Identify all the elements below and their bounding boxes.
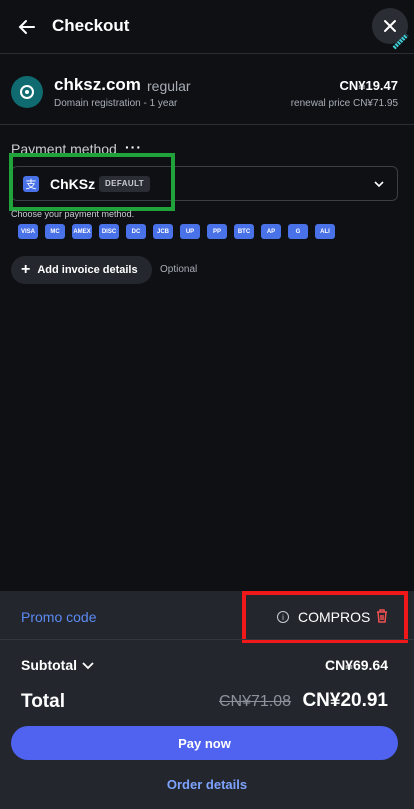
- arrow-left-icon: [18, 20, 35, 34]
- unionpay-icon: UP: [180, 224, 200, 239]
- payment-icons: VISA MC AMEX DISC DC JCB UP PP BTC AP G …: [18, 224, 335, 239]
- domain-logo-icon: [11, 76, 43, 108]
- visa-icon: VISA: [18, 224, 38, 239]
- highlight-box-green: [9, 153, 175, 211]
- total-price: CN¥20.91: [302, 690, 388, 711]
- domain-renewal-price: renewal price CN¥71.95: [290, 98, 398, 109]
- alipay-small-icon: ALI: [315, 224, 335, 239]
- plus-icon: +: [21, 261, 31, 278]
- discover-icon: DISC: [99, 224, 119, 239]
- checkout-header: Checkout: [0, 0, 414, 54]
- order-summary-panel: Promo code i COMPROS Subtotal CN¥69.64 T…: [0, 591, 414, 809]
- chevron-down-icon: [374, 181, 384, 188]
- add-invoice-label: Add invoice details: [37, 264, 138, 276]
- total-original-price: CN¥71.08: [219, 693, 292, 710]
- google-icon: G: [288, 224, 308, 239]
- pen-cursor-icon: [392, 33, 409, 50]
- apple-icon: AP: [261, 224, 281, 239]
- invoice-optional-label: Optional: [160, 264, 198, 275]
- bitcoin-icon: BTC: [234, 224, 254, 239]
- domain-subtitle: Domain registration - 1 year: [54, 98, 178, 109]
- jcb-icon: JCB: [153, 224, 173, 239]
- subtotal-label[interactable]: Subtotal: [21, 657, 77, 673]
- highlight-box-red: [242, 591, 408, 643]
- order-details-link[interactable]: Order details: [0, 777, 414, 792]
- mastercard-icon: MC: [45, 224, 65, 239]
- pay-now-button[interactable]: Pay now: [11, 726, 398, 760]
- subtotal-value: CN¥69.64: [324, 657, 388, 673]
- chevron-down-icon[interactable]: [81, 658, 95, 672]
- total-label: Total: [21, 691, 65, 712]
- amex-icon: AMEX: [72, 224, 92, 239]
- diners-icon: DC: [126, 224, 146, 239]
- page-title: Checkout: [52, 16, 130, 35]
- domain-plan: regular: [147, 78, 191, 94]
- domain-name: chksz.com: [54, 75, 141, 94]
- domain-item: chksz.com regular Domain registration - …: [0, 55, 414, 125]
- promo-code-link[interactable]: Promo code: [21, 609, 96, 625]
- domain-price: CN¥19.47: [339, 78, 398, 93]
- back-button[interactable]: [10, 10, 44, 44]
- payment-hint: Choose your payment method.: [11, 209, 135, 219]
- paypal-icon: PP: [207, 224, 227, 239]
- add-invoice-button[interactable]: + Add invoice details: [11, 256, 152, 284]
- divider: [0, 639, 414, 640]
